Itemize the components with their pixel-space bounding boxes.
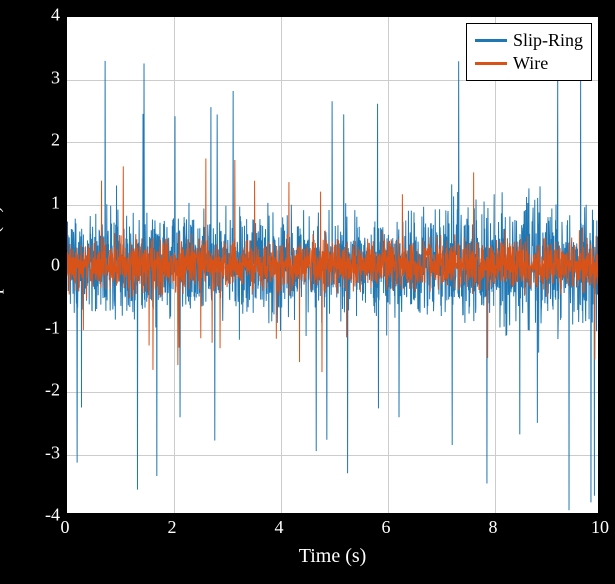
x-tick: 8 xyxy=(473,517,513,538)
legend-label-wire: Wire xyxy=(513,53,548,74)
y-tick: 3 xyxy=(5,67,60,88)
y-tick: 1 xyxy=(5,192,60,213)
y-tick: -1 xyxy=(5,317,60,338)
legend-swatch-slipring xyxy=(475,39,507,42)
x-tick: 2 xyxy=(152,517,192,538)
y-tick: 2 xyxy=(5,130,60,151)
legend-label-slipring: Slip-Ring xyxy=(513,30,583,51)
x-tick: 10 xyxy=(580,517,615,538)
y-tick: -2 xyxy=(5,380,60,401)
y-tick: -4 xyxy=(5,505,60,526)
data-canvas xyxy=(67,17,598,513)
x-tick: 4 xyxy=(259,517,299,538)
legend-item-slipring: Slip-Ring xyxy=(475,30,583,51)
x-axis-label: Time (s) xyxy=(65,545,600,568)
y-tick: -3 xyxy=(5,442,60,463)
y-tick: 0 xyxy=(5,255,60,276)
legend: Slip-Ring Wire xyxy=(466,23,592,81)
y-tick: 4 xyxy=(5,5,60,26)
plot-area: Slip-Ring Wire xyxy=(65,15,600,515)
legend-swatch-wire xyxy=(475,62,507,65)
x-tick: 6 xyxy=(366,517,406,538)
legend-item-wire: Wire xyxy=(475,53,583,74)
